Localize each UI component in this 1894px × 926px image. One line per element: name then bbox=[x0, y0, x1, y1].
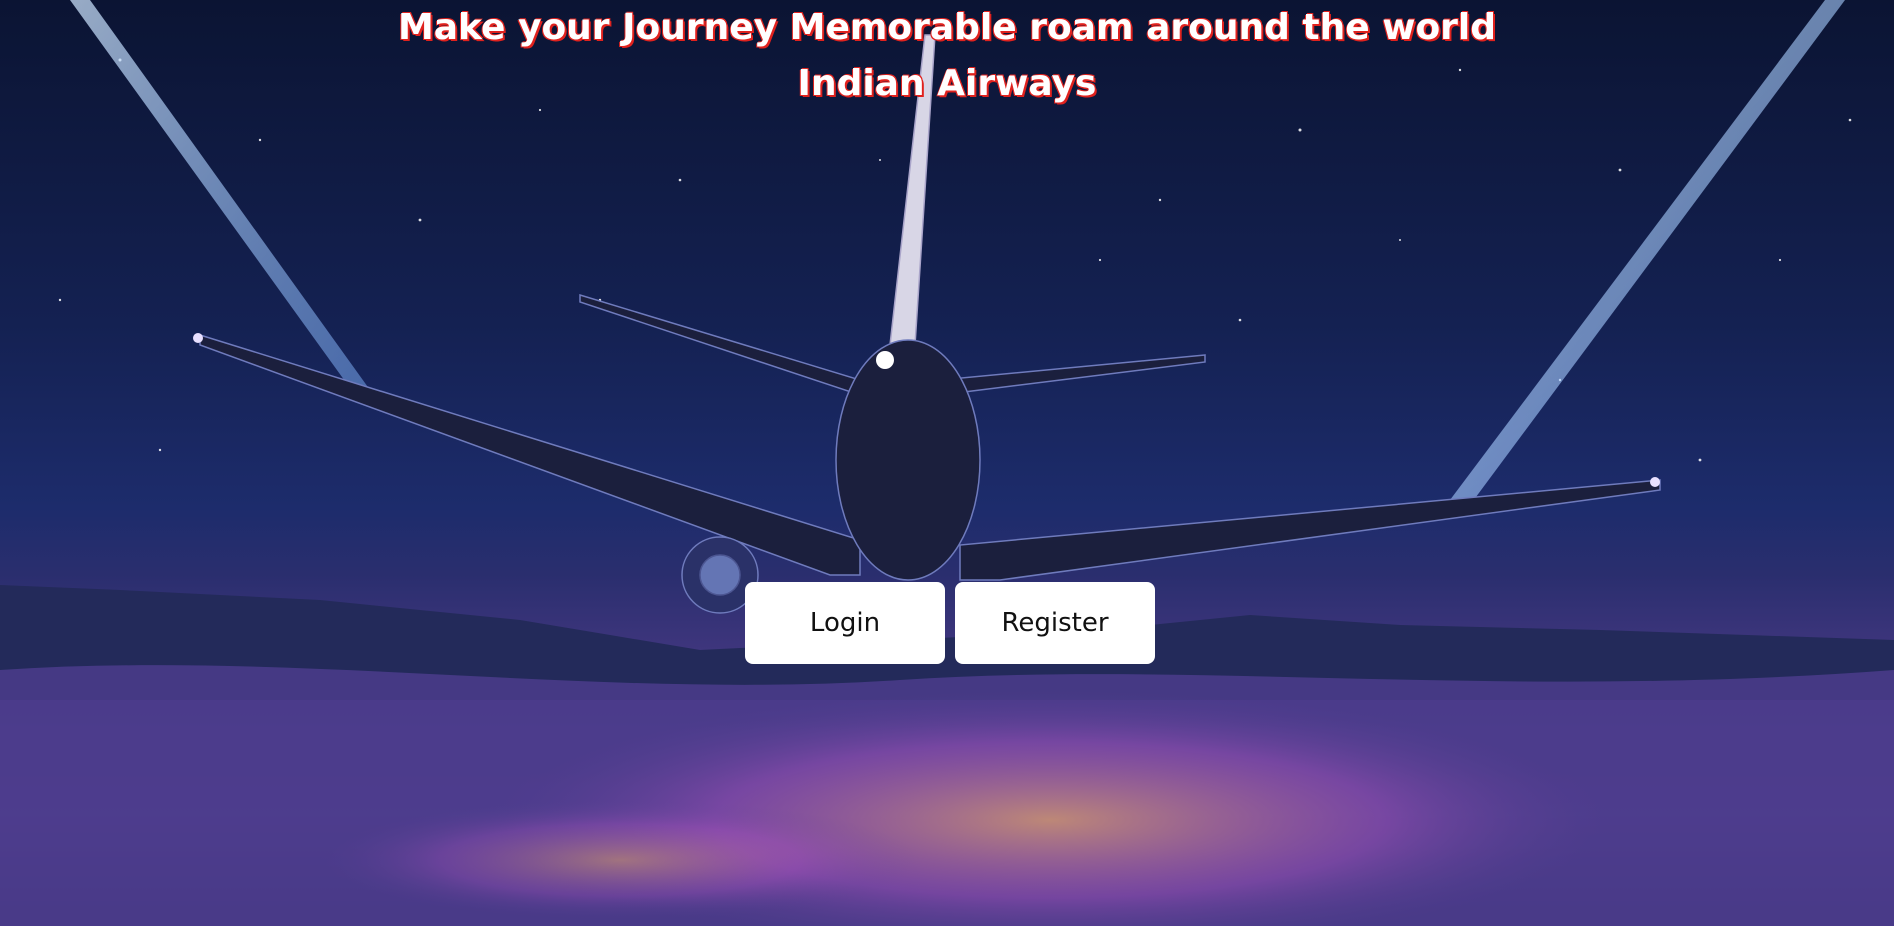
hero-tagline: Make your Journey Memorable roam around … bbox=[397, 7, 1497, 48]
brand-name: Indian Airways bbox=[797, 63, 1097, 104]
hero-title: Make your Journey Memorable roam around … bbox=[0, 0, 1894, 112]
airplane-background bbox=[0, 0, 1894, 926]
login-button[interactable]: Login bbox=[745, 582, 945, 664]
landing-page: Make your Journey Memorable roam around … bbox=[0, 0, 1894, 926]
register-button[interactable]: Register bbox=[955, 582, 1155, 664]
airplane bbox=[193, 34, 1661, 614]
auth-actions: Login Register bbox=[745, 582, 1155, 664]
